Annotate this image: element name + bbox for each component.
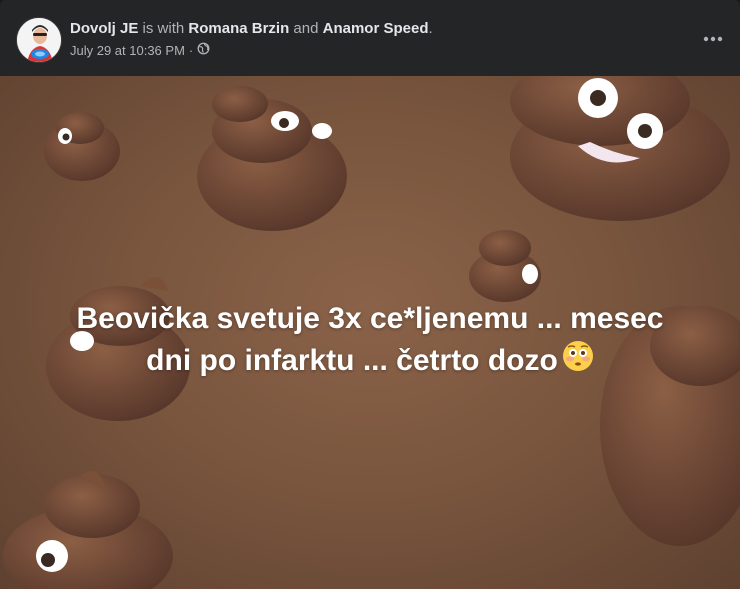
post-image[interactable]: Beovička svetuje 3x ce*ljenemu ... mesec… (0, 76, 740, 589)
author-name[interactable]: Dovolj JE (70, 20, 138, 37)
meta-separator: · (188, 42, 194, 58)
poop-emoji-2 (197, 86, 347, 231)
image-text-line-1: Beovička svetuje 3x ce*ljenemu ... mesec (76, 302, 664, 335)
post-header: Dovolj JE is with Romana Brzin and Anamo… (0, 0, 740, 76)
flushed-face-emoji (562, 340, 594, 384)
poop-emoji-1 (44, 112, 120, 181)
more-options-icon (703, 36, 723, 42)
period-text: . (428, 20, 433, 37)
and-text: and (293, 20, 319, 37)
author-avatar[interactable] (16, 17, 62, 63)
poop-emoji-4 (469, 230, 541, 302)
poop-emoji-7 (3, 471, 173, 589)
globe-icon[interactable] (197, 42, 210, 58)
with-text: is with (142, 20, 185, 37)
image-text-line-2: dni po infarktu ... četrto dozo (146, 344, 558, 377)
post-image-text: Beovička svetuje 3x ce*ljenemu ... mesec… (40, 298, 700, 384)
post-meta: July 29 at 10:36 PM · (70, 42, 210, 58)
image-text-line-2-wrap: dni po infarktu ... četrto dozo (40, 340, 700, 384)
post-timestamp[interactable]: July 29 at 10:36 PM (70, 43, 185, 58)
more-options-button[interactable] (700, 26, 726, 52)
poop-emoji-3 (510, 76, 730, 221)
tagged-user-2[interactable]: Anamor Speed (323, 20, 429, 37)
author-line: Dovolj JE is with Romana Brzin and Anamo… (70, 20, 433, 37)
tagged-user-1[interactable]: Romana Brzin (188, 20, 289, 37)
